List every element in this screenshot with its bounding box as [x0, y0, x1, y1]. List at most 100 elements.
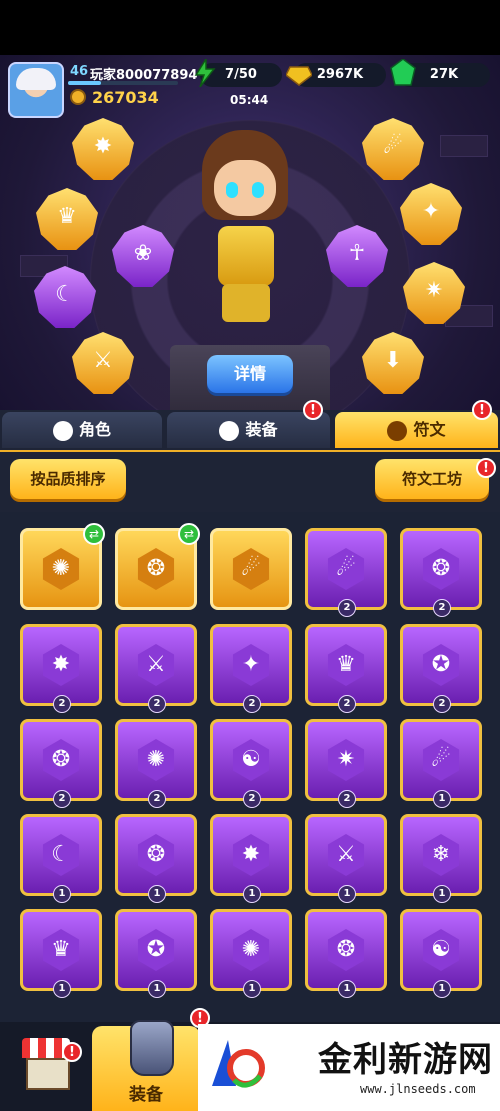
- runes-alert-badge: !: [472, 400, 492, 420]
- rune-cell[interactable]: ✸ 1: [210, 814, 292, 903]
- hero-character[interactable]: [180, 130, 310, 330]
- rune-count-badge: 2: [338, 695, 356, 713]
- rune-glyph: ☾: [51, 842, 71, 867]
- tab-runes[interactable]: 符文: [335, 412, 498, 448]
- rune-cell[interactable]: ✷ 2: [305, 719, 387, 808]
- tab-label: 角色: [78, 420, 111, 439]
- rune-cell[interactable]: ❄ 1: [400, 814, 482, 903]
- nav-equipment[interactable]: 装备: [92, 1020, 200, 1111]
- gem-counter[interactable]: 27K: [390, 59, 490, 87]
- rune-cell[interactable]: ✦ 2: [210, 624, 292, 713]
- rune-cell[interactable]: ♛ 1: [20, 909, 102, 998]
- armor-icon: [130, 1020, 174, 1076]
- rune-glyph: ✸: [93, 134, 113, 159]
- rune-cell[interactable]: ♛ 2: [305, 624, 387, 713]
- rune-count-badge: 1: [53, 980, 71, 998]
- shop-alert-badge: !: [62, 1042, 82, 1062]
- rune-glyph: ❄: [431, 842, 451, 867]
- tab-character[interactable]: 角色: [2, 412, 162, 448]
- rune-glyph: ☄: [336, 556, 356, 581]
- swap-icon: ⇄: [83, 523, 105, 545]
- rune-cell[interactable]: ❂ 1: [305, 909, 387, 998]
- power-value: 267034: [92, 88, 159, 107]
- player-avatar[interactable]: [8, 62, 64, 118]
- hero-eye: [252, 182, 264, 198]
- rune-glyph: ⚔: [336, 842, 356, 867]
- rune-glyph: ☄: [431, 747, 451, 772]
- rune-cell[interactable]: ❂ 1: [115, 814, 197, 903]
- character-head-icon: [52, 420, 73, 441]
- rune-cell[interactable]: ✺ 1: [210, 909, 292, 998]
- rune-cell[interactable]: ☄: [210, 528, 292, 610]
- green-gem-icon: [390, 59, 416, 86]
- rune-glyph: ❂: [336, 937, 356, 962]
- rune-glyph: ☯: [431, 937, 451, 962]
- helmet-icon: [219, 420, 240, 441]
- rune-count-badge: 1: [338, 980, 356, 998]
- rune-cell[interactable]: ☯ 2: [210, 719, 292, 808]
- rune-cell[interactable]: ✪ 1: [115, 909, 197, 998]
- rune-cell[interactable]: ☾ 1: [20, 814, 102, 903]
- rune-count-badge: 1: [53, 885, 71, 903]
- rune-count-badge: 2: [243, 790, 261, 808]
- watermark-logo: [212, 1040, 265, 1088]
- nav-shop[interactable]: [12, 1026, 72, 1111]
- details-button[interactable]: 详情: [207, 355, 293, 393]
- rune-count-badge: 2: [148, 695, 166, 713]
- rune-count-badge: 2: [433, 695, 451, 713]
- rune-glyph: ⚔: [146, 652, 166, 677]
- rune-cell[interactable]: ❂ 2: [400, 528, 482, 617]
- rune-cell[interactable]: ❂ 2: [20, 719, 102, 808]
- rune-workshop-button[interactable]: 符文工坊: [375, 459, 489, 499]
- rune-cell[interactable]: ❂ ⇄: [115, 523, 200, 610]
- timer-text: 05:44: [230, 93, 269, 107]
- rune-glyph: ❂: [146, 842, 166, 867]
- rune-count-badge: 2: [433, 599, 451, 617]
- player-level: 46: [70, 64, 89, 79]
- rune-cell[interactable]: ☄ 1: [400, 719, 482, 808]
- power-icon: [70, 89, 86, 105]
- xp-bar: [68, 81, 178, 85]
- wall-brick: [440, 135, 488, 157]
- stamina-counter[interactable]: 7/50: [194, 59, 282, 87]
- rune-count-badge: 2: [53, 790, 71, 808]
- rune-cell[interactable]: ☯ 1: [400, 909, 482, 998]
- rune-glyph: ✦: [421, 199, 441, 224]
- rune-count-badge: 2: [338, 790, 356, 808]
- gold-counter[interactable]: 2967K: [286, 63, 386, 87]
- rune-glyph: ☾: [55, 282, 75, 307]
- rune-cell[interactable]: ⚔ 1: [305, 814, 387, 903]
- hero-eye: [226, 182, 238, 198]
- rune-cell[interactable]: ✪ 2: [400, 624, 482, 713]
- rune-glyph: ✸: [51, 652, 71, 677]
- rune-cell[interactable]: ✺ 2: [115, 719, 197, 808]
- rune-glyph: ⚔: [93, 348, 113, 373]
- rune-glyph: ☄: [241, 556, 261, 581]
- rune-count-badge: 1: [433, 885, 451, 903]
- rune-cell[interactable]: ✺ ⇄: [20, 523, 105, 610]
- rune-glyph: ☄: [383, 134, 403, 159]
- nav-equipment-label: 装备: [129, 1085, 163, 1105]
- rune-glyph: ✺: [146, 747, 166, 772]
- workshop-alert-badge: !: [476, 458, 496, 478]
- rune-count-badge: 1: [148, 980, 166, 998]
- rune-glyph: ♛: [57, 204, 77, 229]
- hero-face: [214, 160, 276, 216]
- rune-tab-icon: [387, 420, 408, 441]
- avatar-hair: [16, 68, 56, 90]
- rune-cell[interactable]: ✸ 2: [20, 624, 102, 713]
- hero-legs: [222, 284, 270, 322]
- rune-glyph: ✺: [51, 556, 71, 581]
- rune-glyph: ✸: [241, 842, 261, 867]
- rune-glyph: ✦: [241, 652, 261, 677]
- rune-glyph: ⬇: [383, 348, 403, 373]
- rune-glyph: ❀: [133, 241, 153, 266]
- rune-glyph: ✪: [146, 937, 166, 962]
- rune-glyph: ☯: [241, 747, 261, 772]
- rune-glyph: ♛: [51, 937, 71, 962]
- rune-cell[interactable]: ⚔ 2: [115, 624, 197, 713]
- rune-cell[interactable]: ☄ 2: [305, 528, 387, 617]
- tab-label: 装备: [245, 420, 278, 439]
- sort-by-quality-button[interactable]: 按品质排序: [10, 459, 126, 499]
- watermark-title: 金利新游网: [318, 1040, 493, 1080]
